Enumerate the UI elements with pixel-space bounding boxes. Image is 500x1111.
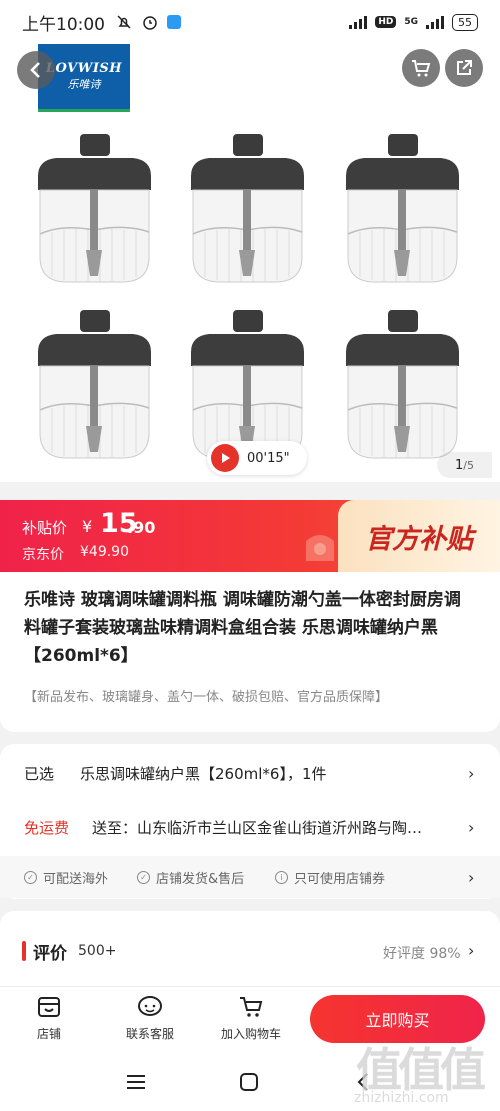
chevron-right-icon: ›	[468, 817, 475, 837]
product-info-card: 乐唯诗 玻璃调味罐调料瓶 调味罐防潮勺盖一体密封厨房调料罐子套装玻璃盐味精调料盒…	[0, 572, 500, 732]
app-notification-icon	[167, 15, 181, 29]
brand-logo-cn: 乐唯诗	[67, 78, 101, 91]
jd-price-label: 京东价	[22, 547, 64, 563]
share-icon	[457, 60, 472, 75]
network-label: 5G	[404, 17, 418, 27]
chevron-right-icon: ›	[468, 941, 475, 960]
price-banner: 补贴价 ¥ 15 .90 京东价 ¥49.90 官方补贴	[0, 500, 500, 572]
free-shipping-label: 免运费	[24, 818, 70, 837]
currency-symbol: ¥	[82, 517, 93, 536]
product-jar-image	[38, 310, 151, 459]
product-title: 乐唯诗 玻璃调味罐调料瓶 调味罐防潮勺盖一体密封厨房调料罐子套装玻璃盐味精调料盒…	[24, 590, 461, 666]
brand-logo-en: LOVWISH	[45, 61, 123, 76]
back-button[interactable]	[17, 51, 55, 89]
signal-icon-2	[426, 15, 444, 29]
product-jar-image	[346, 310, 459, 459]
cart-icon	[412, 60, 431, 77]
home-icon[interactable]	[238, 1072, 260, 1092]
mute-bell-icon	[117, 15, 131, 29]
shipping-row[interactable]: 免运费 送至：山东临沂市兰山区金雀山街道沂州路与陶… ›	[0, 812, 500, 842]
service-item: ✓ 店铺发货&售后	[137, 868, 244, 887]
back-nav-icon[interactable]	[353, 1072, 375, 1092]
shipping-address: 送至：山东临沂市兰山区金雀山街道沂州路与陶…	[92, 818, 423, 837]
add-to-cart-button[interactable]: 加入购物车	[221, 995, 281, 1042]
selected-label: 已选	[24, 764, 55, 783]
bottom-action-bar: 店铺 联系客服 加入购物车 立即购买	[0, 986, 500, 1056]
check-circle-icon: ✓	[24, 870, 37, 884]
chevron-right-icon: ›	[468, 867, 475, 887]
info-icon: i	[275, 870, 288, 884]
store-icon	[38, 997, 60, 1017]
hd-badge: HD	[375, 16, 397, 28]
play-icon	[211, 444, 239, 472]
system-nav-bar	[0, 1056, 500, 1111]
status-bar: 上午10:00 HD 5G 55	[0, 0, 500, 44]
accent-bar	[22, 941, 26, 961]
cart-button[interactable]	[402, 49, 440, 87]
chat-icon	[138, 996, 162, 1016]
subsidy-price-decimal: .90	[127, 518, 156, 537]
official-subsidy-badge: 官方补贴	[338, 500, 500, 572]
chevron-right-icon: ›	[468, 763, 475, 783]
chevron-left-icon	[30, 62, 40, 78]
product-gallery[interactable]: LOVWISH 乐唯诗 00'15" 1/5	[0, 44, 500, 482]
subsidy-price-label: 补贴价	[22, 519, 68, 537]
service-row[interactable]: ✓ 可配送海外 ✓ 店铺发货&售后 i 只可使用店铺券 ›	[0, 856, 500, 898]
share-button[interactable]	[445, 49, 483, 87]
product-page: 上午10:00 HD 5G 55 LOVWISH 乐唯诗 00'15" 1 /5…	[0, 0, 500, 1111]
signal-icon	[349, 15, 368, 29]
service-item: ✓ 可配送海外	[24, 868, 108, 887]
spec-card: 已选 乐思调味罐纳户黑【260ml*6】，1件 › 免运费 送至：山东临沂市兰山…	[0, 744, 500, 899]
review-count: 500+	[78, 943, 117, 959]
menu-icon[interactable]	[125, 1072, 147, 1092]
product-jar-image	[191, 134, 304, 283]
video-button[interactable]: 00'15"	[207, 441, 307, 475]
jd-price: ¥49.90	[80, 544, 129, 560]
review-title: 评价	[33, 944, 67, 964]
product-tags: 【新品发布、玻璃罐身、盖勺一体、破损包赔、官方品质保障】	[24, 690, 389, 705]
service-item: i 只可使用店铺券	[275, 868, 385, 887]
check-circle-icon: ✓	[137, 870, 150, 884]
store-button[interactable]: 店铺	[36, 995, 62, 1042]
status-time: 上午10:00	[22, 14, 105, 35]
video-duration: 00'15"	[247, 450, 290, 466]
gallery-page-indicator: 1/5	[437, 452, 492, 478]
cart-icon	[240, 997, 263, 1017]
selected-value: 乐思调味罐纳户黑【260ml*6】，1件	[80, 764, 327, 783]
battery-icon: 55	[452, 13, 478, 31]
selected-spec-row[interactable]: 已选 乐思调味罐纳户黑【260ml*6】，1件 ›	[0, 758, 500, 788]
positive-rate: 好评度 98%	[383, 946, 461, 962]
customer-service-button[interactable]: 联系客服	[126, 995, 174, 1042]
product-jar-image	[38, 134, 151, 283]
product-jar-image	[346, 134, 459, 283]
buy-now-button[interactable]: 立即购买	[310, 995, 485, 1043]
red-envelope-icon	[306, 535, 334, 561]
alarm-icon	[143, 16, 157, 30]
